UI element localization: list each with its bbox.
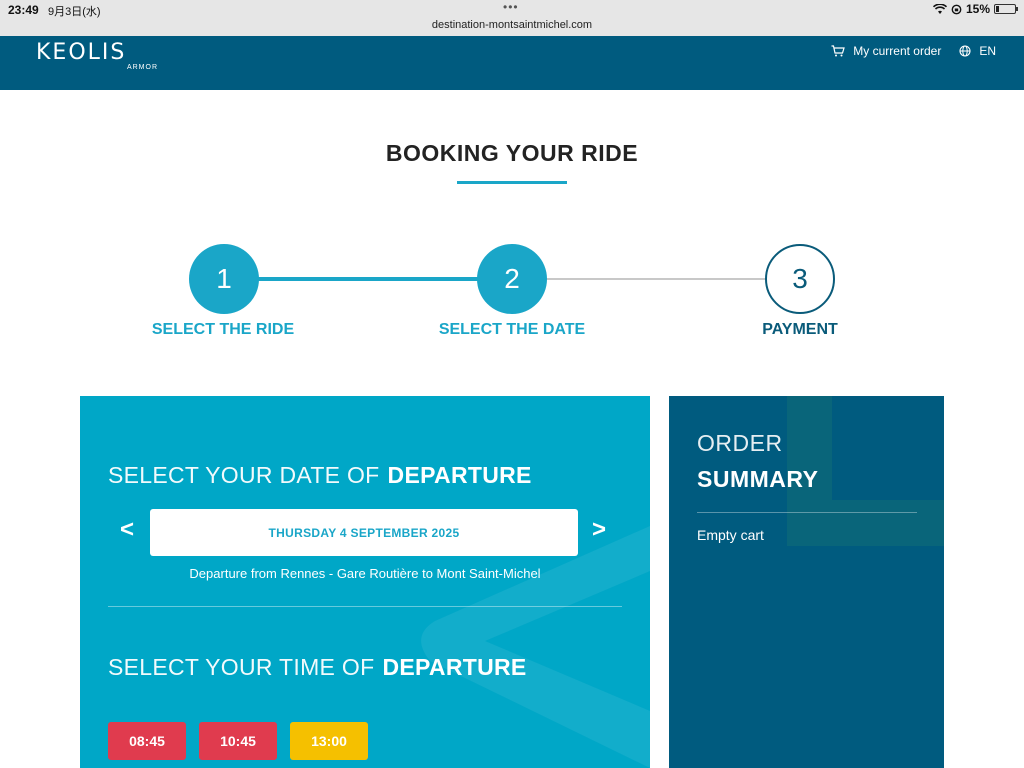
next-date-button[interactable]: >: [592, 516, 606, 544]
time-title-bold: DEPARTURE: [382, 654, 527, 680]
wifi-icon: [932, 3, 947, 14]
step-2-label[interactable]: SELECT THE DATE: [402, 321, 622, 339]
header-actions: My current order EN: [831, 44, 996, 58]
logo-text: KEOLIS: [36, 40, 127, 65]
time-slot-button[interactable]: 13:00: [290, 722, 368, 760]
step-2-circle[interactable]: 2: [477, 244, 547, 314]
status-right: 15%: [932, 2, 1018, 16]
browser-menu-dots-icon[interactable]: •••: [503, 0, 519, 14]
step-connector-todo: [544, 278, 768, 280]
time-section-title: SELECT YOUR TIME OF DEPARTURE: [108, 654, 527, 681]
booking-panel: SELECT YOUR DATE OF DEPARTURE < THURSDAY …: [80, 396, 650, 768]
previous-date-button[interactable]: <: [120, 516, 134, 544]
section-divider: [108, 606, 622, 607]
status-time: 23:49: [8, 3, 39, 17]
order-summary-panel: ORDER SUMMARY Empty cart: [669, 396, 944, 768]
cart-icon: [831, 45, 846, 57]
date-section-title: SELECT YOUR DATE OF DEPARTURE: [108, 462, 532, 489]
selected-date-field[interactable]: THURSDAY 4 SEPTEMBER 2025: [150, 509, 578, 556]
time-title-light: SELECT YOUR TIME OF: [108, 654, 375, 680]
keolis-logo[interactable]: KEOLIS ARMOR: [36, 40, 160, 72]
step-1-circle[interactable]: 1: [189, 244, 259, 314]
language-selector[interactable]: EN: [959, 44, 996, 58]
globe-icon: [959, 45, 971, 57]
summary-title-bold: SUMMARY: [697, 466, 819, 492]
empty-cart-text: Empty cart: [697, 527, 764, 543]
panel-background-decoration: [421, 526, 650, 768]
address-bar[interactable]: destination-montsaintmichel.com: [0, 19, 1024, 31]
summary-title-light: ORDER: [697, 430, 783, 456]
status-date: 9月3日(水): [48, 6, 101, 18]
summary-divider: [697, 512, 917, 513]
orientation-lock-icon: [951, 4, 962, 14]
time-slot-button[interactable]: 08:45: [108, 722, 186, 760]
step-1-label[interactable]: SELECT THE RIDE: [113, 321, 333, 339]
step-3-circle: 3: [765, 244, 835, 314]
time-slot-button[interactable]: 10:45: [199, 722, 277, 760]
ios-status-bar: 23:49 9月3日(水) ••• destination-montsaintm…: [0, 0, 1024, 36]
page-title: BOOKING YOUR RIDE: [385, 140, 639, 166]
site-header: KEOLIS ARMOR My current order EN: [0, 36, 1024, 90]
date-title-light: SELECT YOUR DATE OF: [108, 462, 380, 488]
logo-subtext: ARMOR: [126, 64, 158, 71]
language-label: EN: [979, 44, 996, 58]
battery-percent: 15%: [965, 2, 990, 16]
current-order-link[interactable]: My current order: [831, 44, 941, 58]
battery-icon: [994, 4, 1018, 14]
step-connector-done: [256, 277, 480, 281]
route-description: Departure from Rennes - Gare Routière to…: [189, 566, 541, 581]
date-title-bold: DEPARTURE: [387, 462, 532, 488]
current-order-label: My current order: [853, 44, 942, 58]
step-3-label: PAYMENT: [762, 321, 838, 338]
title-underline: [457, 181, 567, 184]
